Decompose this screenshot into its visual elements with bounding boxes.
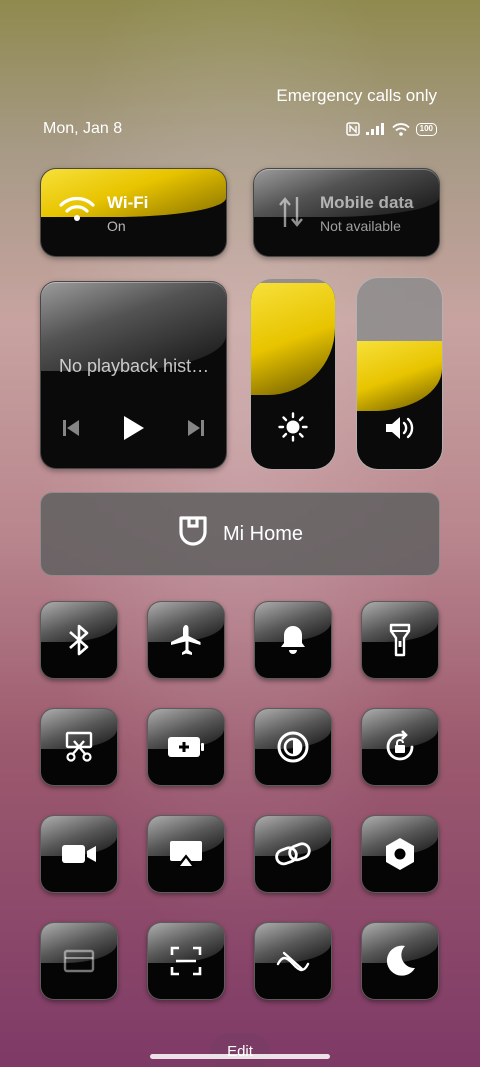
brightness-slider[interactable] — [250, 278, 336, 470]
link-toggle[interactable] — [254, 815, 332, 893]
cast-icon — [148, 816, 224, 892]
carrier-status: Emergency calls only — [276, 86, 437, 105]
mobile-data-label: Mobile data — [320, 193, 414, 212]
airplane-mode-toggle[interactable] — [147, 601, 225, 679]
mi-home-label: Mi Home — [222, 522, 303, 545]
video-icon — [41, 816, 117, 892]
screen-recorder-toggle[interactable] — [40, 815, 118, 893]
data-saver-icon — [255, 923, 331, 999]
media-player-tile[interactable]: No playback hist… — [40, 281, 227, 469]
edit-button[interactable]: Edit — [210, 1033, 270, 1067]
wifi-icon — [391, 122, 410, 136]
battery-icon: 100 — [415, 122, 437, 136]
brightness-icon — [251, 412, 335, 447]
scanner-toggle[interactable] — [147, 922, 225, 1000]
mobile-data-icon — [278, 195, 304, 234]
media-status-text: No playback hist… — [59, 356, 210, 376]
scan-icon — [148, 923, 224, 999]
bluetooth-icon — [41, 602, 117, 678]
previous-icon[interactable] — [62, 418, 80, 443]
nfc-icon — [345, 122, 360, 136]
flashlight-toggle[interactable] — [361, 601, 439, 679]
floating-window-toggle[interactable] — [40, 922, 118, 1000]
status-bar: Mon, Jan 8 100 — [43, 120, 437, 138]
mi-home-button[interactable]: Mi Home — [40, 492, 440, 576]
battery-plus-icon — [148, 709, 224, 785]
contrast-icon — [255, 709, 331, 785]
mobile-data-tile[interactable]: Mobile data Not available — [253, 168, 440, 257]
next-icon[interactable] — [187, 418, 205, 443]
signal-icon — [365, 123, 386, 135]
media-controls — [41, 415, 226, 446]
cast-toggle[interactable] — [147, 815, 225, 893]
link-icon — [255, 816, 331, 892]
screenshot-toggle[interactable] — [40, 708, 118, 786]
hex-nut-icon — [362, 816, 438, 892]
bluetooth-toggle[interactable] — [40, 601, 118, 679]
sound-toggle[interactable] — [254, 601, 332, 679]
mobile-data-quick-toggle[interactable] — [254, 922, 332, 1000]
scissors-icon — [41, 709, 117, 785]
bell-icon — [255, 602, 331, 678]
system-icons: 100 — [345, 122, 437, 136]
window-icon — [41, 923, 117, 999]
flashlight-icon — [362, 602, 438, 678]
volume-fill — [357, 341, 442, 469]
reading-mode-toggle[interactable] — [254, 708, 332, 786]
volume-icon — [357, 414, 442, 447]
home-indicator[interactable] — [150, 1054, 330, 1059]
wifi-label: Wi-Fi — [107, 193, 149, 212]
date-label: Mon, Jan 8 — [43, 120, 123, 137]
wifi-icon — [59, 195, 95, 228]
play-icon[interactable] — [121, 415, 145, 446]
battery-saver-toggle[interactable] — [147, 708, 225, 786]
airplane-icon — [148, 602, 224, 678]
mobile-data-status: Not available — [320, 218, 401, 234]
rotation-lock-icon — [362, 709, 438, 785]
dark-mode-toggle[interactable] — [361, 922, 439, 1000]
wifi-status: On — [107, 218, 126, 234]
moon-icon — [362, 923, 438, 999]
mi-home-icon — [177, 514, 209, 554]
volume-slider[interactable] — [356, 277, 443, 470]
settings-toggle[interactable] — [361, 815, 439, 893]
wifi-tile[interactable]: Wi-Fi On — [40, 168, 227, 257]
rotation-lock-toggle[interactable] — [361, 708, 439, 786]
